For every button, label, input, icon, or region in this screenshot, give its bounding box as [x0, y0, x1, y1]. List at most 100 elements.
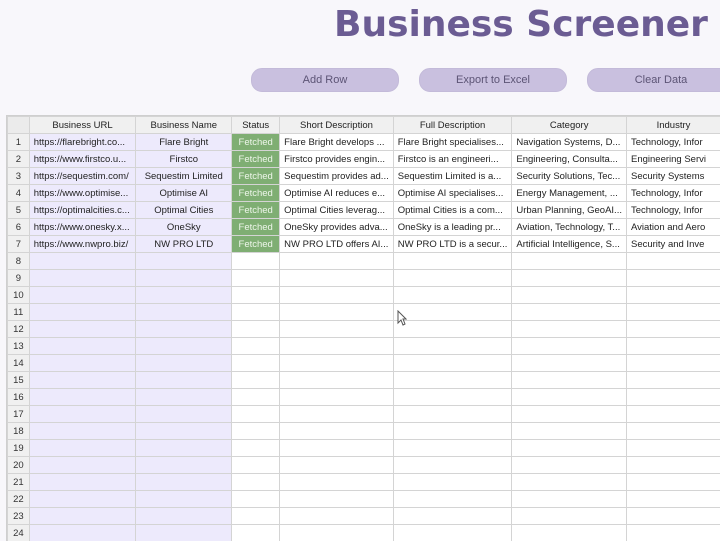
empty-cell[interactable] — [512, 253, 627, 270]
cell-business-url[interactable]: https://www.optimise... — [29, 185, 136, 202]
column-header[interactable]: Category — [512, 117, 627, 134]
empty-cell[interactable] — [29, 338, 136, 355]
empty-cell[interactable] — [29, 321, 136, 338]
row-number[interactable]: 17 — [8, 406, 30, 423]
column-header[interactable]: Business Name — [136, 117, 232, 134]
empty-cell[interactable] — [512, 270, 627, 287]
cell-short-description[interactable]: Optimal Cities leverag... — [280, 202, 394, 219]
empty-cell[interactable] — [280, 389, 394, 406]
empty-cell[interactable] — [512, 372, 627, 389]
row-number[interactable]: 23 — [8, 508, 30, 525]
spreadsheet-grid[interactable]: Business URL Business Name Status Short … — [6, 115, 720, 541]
empty-cell[interactable] — [393, 406, 512, 423]
cell-full-description[interactable]: Sequestim Limited is a... — [393, 168, 512, 185]
row-number[interactable]: 18 — [8, 423, 30, 440]
cell-full-description[interactable]: NW PRO LTD is a secur... — [393, 236, 512, 253]
empty-cell[interactable] — [393, 508, 512, 525]
row-number[interactable]: 19 — [8, 440, 30, 457]
cell-business-url[interactable]: https://sequestim.com/ — [29, 168, 136, 185]
row-number[interactable]: 11 — [8, 304, 30, 321]
column-header[interactable]: Short Description — [280, 117, 394, 134]
cell-short-description[interactable]: Optimise AI reduces e... — [280, 185, 394, 202]
row-number[interactable]: 22 — [8, 491, 30, 508]
empty-cell[interactable] — [29, 491, 136, 508]
empty-cell[interactable] — [512, 457, 627, 474]
cell-category[interactable]: Urban Planning, GeoAI... — [512, 202, 627, 219]
empty-cell[interactable] — [280, 372, 394, 389]
row-number[interactable]: 4 — [8, 185, 30, 202]
cell-industry[interactable]: Technology, Infor — [626, 202, 720, 219]
cell-business-name[interactable]: Optimise AI — [136, 185, 232, 202]
cell-industry[interactable]: Aviation and Aero — [626, 219, 720, 236]
empty-cell[interactable] — [136, 270, 232, 287]
add-row-button[interactable]: Add Row — [251, 68, 399, 92]
empty-cell[interactable] — [232, 304, 280, 321]
cell-full-description[interactable]: Optimise AI specialises... — [393, 185, 512, 202]
empty-cell[interactable] — [280, 423, 394, 440]
empty-cell[interactable] — [29, 287, 136, 304]
cell-business-name[interactable]: Firstco — [136, 151, 232, 168]
empty-cell[interactable] — [626, 321, 720, 338]
empty-cell[interactable] — [136, 304, 232, 321]
empty-cell[interactable] — [626, 406, 720, 423]
empty-cell[interactable] — [136, 338, 232, 355]
cell-full-description[interactable]: OneSky is a leading pr... — [393, 219, 512, 236]
row-number[interactable]: 21 — [8, 474, 30, 491]
row-number[interactable]: 12 — [8, 321, 30, 338]
empty-cell[interactable] — [512, 474, 627, 491]
cell-short-description[interactable]: Sequestim provides ad... — [280, 168, 394, 185]
empty-cell[interactable] — [626, 457, 720, 474]
row-number[interactable]: 14 — [8, 355, 30, 372]
empty-cell[interactable] — [393, 338, 512, 355]
empty-cell[interactable] — [29, 355, 136, 372]
empty-cell[interactable] — [29, 372, 136, 389]
empty-cell[interactable] — [512, 508, 627, 525]
empty-cell[interactable] — [29, 423, 136, 440]
clear-data-button[interactable]: Clear Data — [587, 68, 720, 92]
cell-industry[interactable]: Technology, Infor — [626, 185, 720, 202]
empty-cell[interactable] — [393, 457, 512, 474]
corner-cell[interactable] — [8, 117, 30, 134]
empty-cell[interactable] — [232, 287, 280, 304]
empty-cell[interactable] — [626, 440, 720, 457]
empty-cell[interactable] — [232, 270, 280, 287]
cell-category[interactable]: Aviation, Technology, T... — [512, 219, 627, 236]
row-number[interactable]: 15 — [8, 372, 30, 389]
empty-cell[interactable] — [136, 491, 232, 508]
empty-cell[interactable] — [393, 304, 512, 321]
cell-category[interactable]: Energy Management, ... — [512, 185, 627, 202]
empty-cell[interactable] — [232, 423, 280, 440]
empty-cell[interactable] — [626, 338, 720, 355]
empty-cell[interactable] — [29, 474, 136, 491]
empty-cell[interactable] — [626, 372, 720, 389]
empty-cell[interactable] — [393, 389, 512, 406]
empty-cell[interactable] — [280, 304, 394, 321]
empty-cell[interactable] — [232, 406, 280, 423]
empty-cell[interactable] — [232, 321, 280, 338]
empty-cell[interactable] — [232, 457, 280, 474]
empty-cell[interactable] — [232, 338, 280, 355]
empty-cell[interactable] — [136, 423, 232, 440]
cell-business-url[interactable]: https://www.firstco.u... — [29, 151, 136, 168]
cell-short-description[interactable]: Flare Bright develops ... — [280, 134, 394, 151]
status-badge[interactable]: Fetched — [232, 236, 280, 253]
empty-cell[interactable] — [393, 355, 512, 372]
empty-cell[interactable] — [136, 253, 232, 270]
empty-cell[interactable] — [393, 287, 512, 304]
cell-short-description[interactable]: NW PRO LTD offers AI... — [280, 236, 394, 253]
empty-cell[interactable] — [29, 389, 136, 406]
row-number[interactable]: 2 — [8, 151, 30, 168]
empty-cell[interactable] — [626, 253, 720, 270]
row-number[interactable]: 5 — [8, 202, 30, 219]
cell-business-name[interactable]: Flare Bright — [136, 134, 232, 151]
empty-cell[interactable] — [626, 270, 720, 287]
status-badge[interactable]: Fetched — [232, 202, 280, 219]
empty-cell[interactable] — [626, 287, 720, 304]
empty-cell[interactable] — [393, 440, 512, 457]
empty-cell[interactable] — [393, 253, 512, 270]
cell-category[interactable]: Security Solutions, Tec... — [512, 168, 627, 185]
cell-business-name[interactable]: Optimal Cities — [136, 202, 232, 219]
row-number[interactable]: 9 — [8, 270, 30, 287]
empty-cell[interactable] — [136, 287, 232, 304]
cell-industry[interactable]: Security and Inve — [626, 236, 720, 253]
